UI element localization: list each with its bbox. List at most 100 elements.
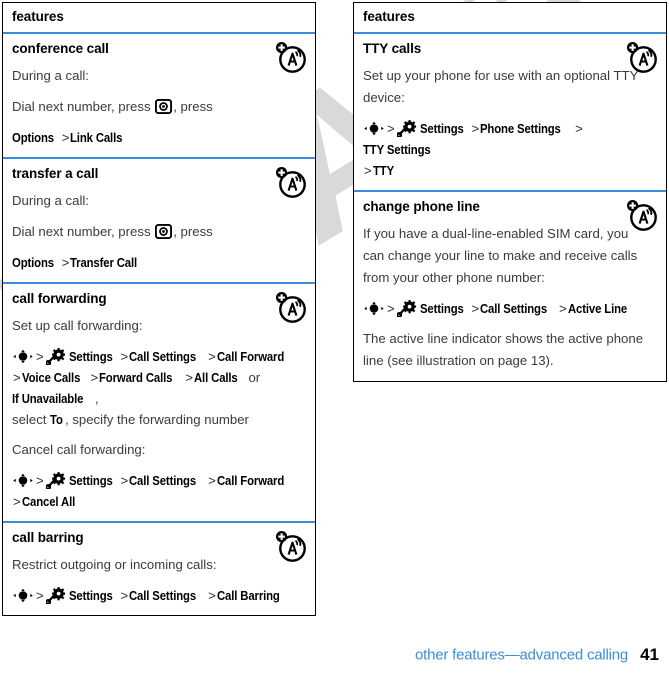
footer-page-number: 41 [640, 645, 659, 664]
instruction-line: Dial next number, press , press [12, 221, 306, 243]
menu-item-label[interactable]: Settings [69, 585, 113, 606]
menu-item-label[interactable]: If Unavailable [12, 388, 83, 409]
navigation-key-icon [12, 587, 34, 604]
menu-item-label[interactable]: TTY Settings [363, 139, 431, 160]
body-paragraph: Restrict outgoing or incoming calls: [12, 557, 217, 572]
feature-title: change phone line [363, 199, 480, 214]
menu-item-label[interactable]: Transfer Call [70, 252, 137, 273]
navigation-key-icon [363, 120, 385, 137]
body-paragraph: If you have a dual-line-enabled SIM card… [363, 226, 638, 285]
inline-text: , specify the forwarding number [64, 412, 249, 427]
path-separator: > [61, 130, 70, 145]
body-paragraph: Cancel call forwarding: [12, 442, 146, 457]
menu-item-label[interactable]: Active Line [568, 298, 627, 319]
path-separator: > [387, 301, 395, 316]
path-separator: > [208, 349, 216, 364]
instruction-line: Dial next number, press , press [12, 96, 306, 118]
settings-gear-icon [44, 472, 67, 490]
path-separator: > [120, 349, 129, 364]
settings-gear-icon [395, 300, 418, 318]
menu-item-label[interactable]: To [50, 409, 63, 430]
path-separator: > [13, 370, 21, 385]
inline-text: , press [173, 224, 213, 239]
network-tower-icon [274, 40, 308, 74]
feature-row: conference call During a call: Dial next n… [3, 34, 315, 159]
feature-row: call forwarding Set up call forwarding: > S… [3, 284, 315, 523]
path-separator: > [208, 473, 216, 488]
inline-text: Dial next number, press [12, 224, 155, 239]
menu-item-label[interactable]: Voice Calls [22, 367, 80, 388]
table-header-label: features [12, 9, 64, 24]
menu-item-label[interactable]: Call Forward [217, 346, 284, 367]
body-paragraph: Set up your phone for use with an option… [363, 68, 639, 105]
settings-gear-icon [44, 348, 67, 366]
menu-path: > Settings >Call Settings >Call Forward >Voi… [12, 346, 306, 430]
table-header-left: features [3, 3, 315, 34]
feature-row: transfer a call During a call: Dial next n… [3, 159, 315, 284]
body-paragraph: During a call: [12, 68, 89, 83]
network-tower-icon [274, 165, 308, 199]
menu-path: Options >Link Calls [12, 127, 306, 148]
footer-chapter-label: other features—advanced calling [414, 646, 629, 664]
manual-page: features conference call During a call: Dia… [0, 0, 669, 677]
menu-item-label[interactable]: Call Settings [480, 298, 547, 319]
menu-item-label[interactable]: All Calls [194, 367, 238, 388]
path-separator: > [364, 163, 372, 178]
menu-item-label[interactable]: Call Forward [217, 470, 284, 491]
menu-item-label[interactable]: Call Settings [129, 346, 196, 367]
network-tower-icon [274, 290, 308, 324]
menu-item-label[interactable]: TTY [373, 160, 394, 181]
path-separator: > [13, 494, 21, 509]
path-separator: > [90, 370, 99, 385]
inline-text: Dial next number, press [12, 99, 155, 114]
center-key-icon [155, 98, 173, 115]
path-separator: > [36, 349, 44, 364]
page-footer: other features—advanced calling 41 [0, 645, 669, 669]
menu-path: > Settings >Call Settings >Call Forward >Can… [12, 470, 306, 512]
menu-item-label[interactable]: Options [12, 127, 54, 148]
feature-title: conference call [12, 41, 109, 56]
path-separator: > [36, 588, 44, 603]
center-key-icon [155, 223, 173, 240]
menu-item-label[interactable]: Call Settings [129, 585, 196, 606]
menu-item-label[interactable]: Options [12, 252, 54, 273]
menu-item-label[interactable]: Forward Calls [99, 367, 172, 388]
feature-title: call forwarding [12, 291, 107, 306]
path-separator: > [120, 473, 129, 488]
features-table-left: features conference call During a call: Dia… [2, 2, 316, 616]
menu-path: > Settings >Phone Settings >TTY Settings >TT… [363, 118, 657, 181]
settings-gear-icon [395, 120, 418, 138]
menu-item-label[interactable]: Settings [69, 470, 113, 491]
network-tower-icon [274, 529, 308, 563]
menu-item-label[interactable]: Settings [69, 346, 113, 367]
menu-item-label[interactable]: Call Settings [129, 470, 196, 491]
navigation-key-icon [12, 348, 34, 365]
inline-text: or [244, 370, 264, 385]
path-separator: > [471, 301, 480, 316]
menu-item-label[interactable]: Settings [420, 298, 464, 319]
menu-item-label[interactable]: Call Barring [217, 585, 280, 606]
path-separator: > [387, 121, 395, 136]
menu-path: > Settings >Call Settings >Active Line [363, 298, 657, 319]
body-paragraph: During a call: [12, 193, 89, 208]
menu-item-label[interactable]: Cancel All [22, 491, 75, 512]
navigation-key-icon [12, 472, 34, 489]
menu-item-label[interactable]: Phone Settings [480, 118, 561, 139]
feature-title: TTY calls [363, 41, 422, 56]
path-separator: > [471, 121, 480, 136]
feature-title: call barring [12, 530, 84, 545]
body-paragraph: Set up call forwarding: [12, 318, 143, 333]
path-separator: > [575, 121, 583, 136]
network-tower-icon [625, 198, 659, 232]
menu-path: > Settings >Call Settings >Call Barring [12, 585, 306, 606]
menu-item-label[interactable]: Settings [420, 118, 464, 139]
inline-text: select [12, 412, 51, 427]
menu-item-label[interactable]: Link Calls [70, 127, 122, 148]
feature-row: change phone line If you have a dual-line… [354, 192, 666, 381]
table-header-label: features [363, 9, 415, 24]
path-separator: > [185, 370, 194, 385]
path-separator: > [208, 588, 216, 603]
features-table-right: features TTY calls Set up your phone for u… [353, 2, 667, 382]
network-tower-icon [625, 40, 659, 74]
inline-text: , press [173, 99, 213, 114]
